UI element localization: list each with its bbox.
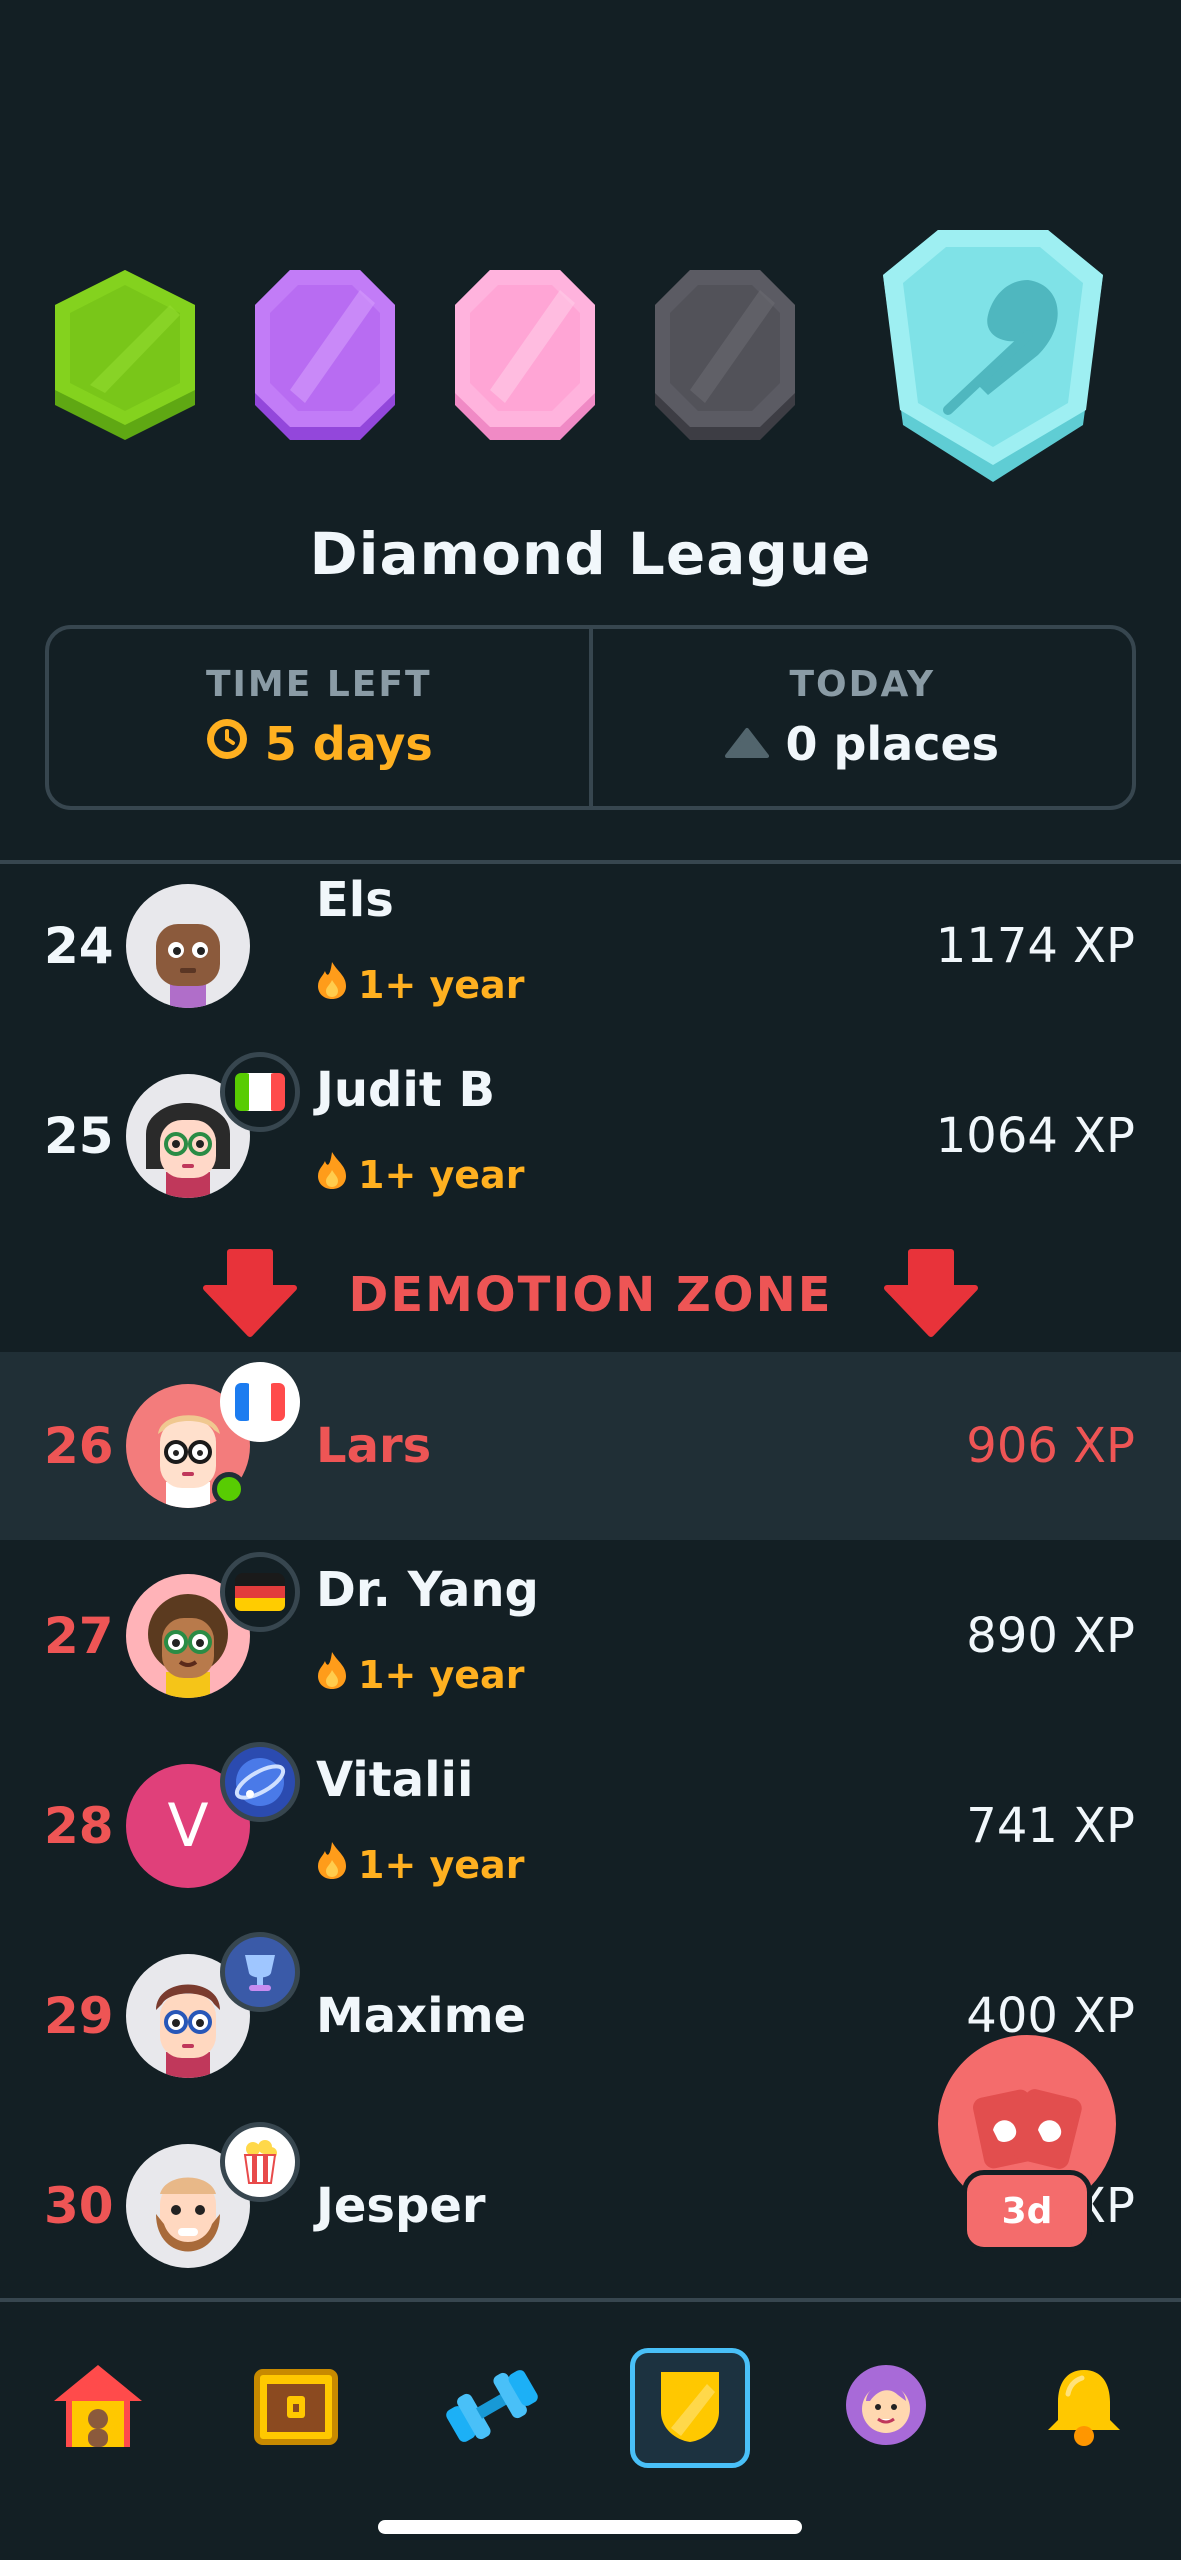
xp-value: 906 XP <box>966 1418 1135 1474</box>
user-name: Lars <box>316 1418 432 1474</box>
nav-leaderboards[interactable] <box>630 2348 750 2468</box>
amethyst-league-badge[interactable] <box>250 265 400 449</box>
streak-label: 1+ year <box>358 1652 525 1697</box>
leaderboard-row[interactable]: 27 Dr. Yang 1+ year 890 XP <box>0 1542 1181 1730</box>
rank-number: 26 <box>44 1417 114 1475</box>
league-title: Diamond League <box>309 520 872 588</box>
league-stats: TIME LEFT 5 days TODAY 0 places <box>45 625 1136 810</box>
nav-home[interactable] <box>38 2348 158 2468</box>
rank-number: 25 <box>44 1107 114 1165</box>
nav-practice[interactable] <box>432 2348 552 2468</box>
italy-flag-icon <box>220 1052 300 1132</box>
popcorn-icon <box>220 2122 300 2202</box>
rank-number: 27 <box>44 1607 114 1665</box>
flame-icon <box>316 1840 348 1889</box>
today-label: TODAY <box>789 664 936 705</box>
user-name: Els <box>316 872 394 928</box>
today-stat: TODAY 0 places <box>588 629 1133 806</box>
xp-value: 741 XP <box>966 1798 1135 1854</box>
xp-value: 1064 XP <box>935 1108 1135 1164</box>
today-value: 0 places <box>785 717 1000 771</box>
time-left-value-row: 5 days <box>205 717 433 772</box>
online-status-dot <box>212 1472 246 1506</box>
arrow-down-icon <box>202 1248 298 1342</box>
germany-flag-icon <box>220 1552 300 1632</box>
flame-icon <box>316 960 348 1009</box>
leaderboard-row[interactable]: 28 V Vitalii 1+ year 741 XP <box>0 1732 1181 1920</box>
time-left-label: TIME LEFT <box>205 663 432 705</box>
xp-value: 1174 XP <box>935 918 1135 974</box>
demotion-zone-banner: DEMOTION ZONE <box>0 1240 1181 1350</box>
home-indicator <box>378 2520 802 2534</box>
user-name: Dr. Yang <box>316 1562 539 1618</box>
streak: 1+ year <box>316 1150 524 1199</box>
arrow-down-icon <box>883 1248 979 1342</box>
time-left-value: 5 days <box>264 717 433 771</box>
streak: 1+ year <box>316 1840 524 1889</box>
flame-icon <box>316 1150 348 1199</box>
time-left-stat: TIME LEFT 5 days <box>49 629 589 806</box>
globe-icon <box>220 1742 300 1822</box>
user-name: Jesper <box>316 2178 486 2234</box>
leaderboard-row[interactable]: 25 Judit B 1+ year 1064 XP <box>0 1042 1181 1230</box>
avatar-letter: V <box>167 1791 209 1861</box>
profile-icon <box>838 2361 934 2455</box>
flame-icon <box>316 1650 348 1699</box>
bottom-navigation <box>0 2298 1181 2560</box>
user-name: Vitalii <box>316 1752 474 1808</box>
obsidian-league-badge[interactable] <box>650 265 800 449</box>
streak-label: 1+ year <box>358 962 525 1007</box>
leaderboard-row[interactable]: 24 Els 1+ year 1174 XP <box>0 852 1181 1040</box>
today-value-row: 0 places <box>725 717 999 771</box>
nav-quests[interactable] <box>236 2348 356 2468</box>
xp-value: 890 XP <box>966 1608 1135 1664</box>
rank-number: 29 <box>44 1987 114 2045</box>
streak: 1+ year <box>316 960 524 1009</box>
dumbbell-icon <box>437 2366 547 2450</box>
rank-number: 28 <box>44 1797 114 1855</box>
leaderboard-row-current-user[interactable]: 26 Lars 906 XP <box>0 1352 1181 1540</box>
user-name: Maxime <box>316 1988 527 2044</box>
shield-icon <box>657 2368 723 2448</box>
pearl-league-badge[interactable] <box>450 265 600 449</box>
triangle-up-icon <box>725 717 770 771</box>
diamond-league-badge[interactable] <box>878 225 1108 491</box>
friends-quest-timer[interactable]: 3d <box>962 2170 1092 2252</box>
streak-label: 1+ year <box>358 1842 525 1887</box>
france-flag-icon <box>220 1362 300 1442</box>
treasure-chest-icon <box>253 2366 339 2450</box>
user-name: Judit B <box>316 1062 496 1118</box>
avatar[interactable] <box>126 884 250 1008</box>
timer-icon <box>205 717 249 772</box>
rank-number: 24 <box>44 917 114 975</box>
bell-icon <box>1044 2364 1124 2452</box>
trophy-cup-icon <box>220 1932 300 2012</box>
home-icon <box>50 2361 146 2455</box>
nav-profile[interactable] <box>826 2348 946 2468</box>
nav-notifications[interactable] <box>1024 2348 1144 2468</box>
streak: 1+ year <box>316 1650 524 1699</box>
bronze-league-badge[interactable] <box>50 265 200 449</box>
league-badges <box>0 220 1181 500</box>
rank-number: 30 <box>44 2177 114 2235</box>
streak-label: 1+ year <box>358 1152 525 1197</box>
demotion-zone-label: DEMOTION ZONE <box>348 1267 833 1323</box>
